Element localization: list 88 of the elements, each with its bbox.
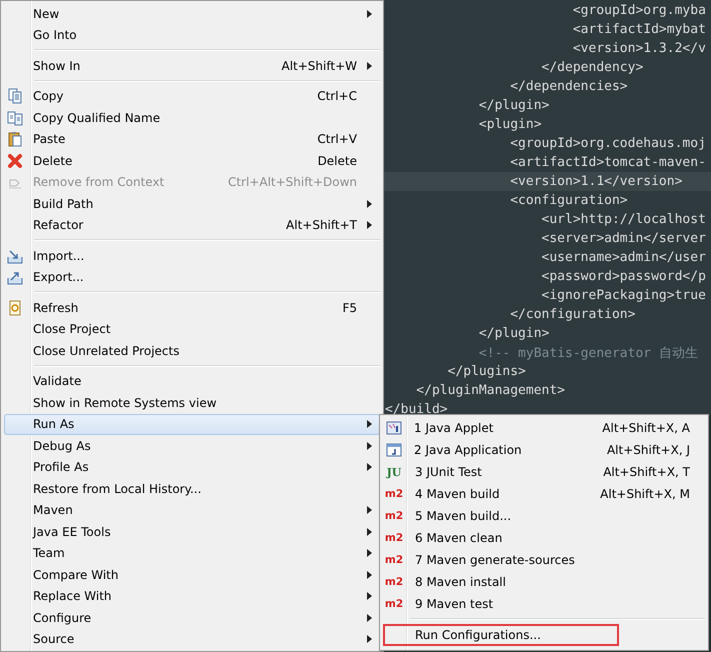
submenu-arrow-icon [367, 62, 372, 70]
code-line: </dependencies> [509, 79, 628, 94]
submenu-arrow-icon [367, 592, 372, 600]
menu-item[interactable]: Run As [4, 414, 380, 435]
submenu-arrow-icon [367, 506, 372, 514]
code-line: <artifactId>tomcat-maven- [509, 155, 706, 170]
code-line: <groupId>org.myba [572, 3, 706, 18]
submenu-arrow-icon [367, 442, 372, 450]
submenu-arrow-icon [367, 420, 372, 428]
code-line: <groupId>org.codehaus.moj [509, 136, 706, 151]
submenu-arrow-icon [367, 614, 372, 622]
menu-item[interactable]: 2 Java Application Alt+Shift+X, J [383, 439, 705, 461]
submenu-arrow-icon [367, 528, 372, 536]
menu-item[interactable]: Compare With [4, 564, 380, 586]
menu-item[interactable]: Configure [4, 607, 380, 628]
code-line: <plugin> [478, 117, 542, 132]
menu-item[interactable]: Refactor Alt+Shift+T [4, 214, 380, 236]
junit-icon: JU [385, 464, 403, 480]
menu-item[interactable]: Maven [4, 500, 380, 521]
submenu-arrow-icon [367, 635, 372, 644]
menu-item[interactable]: Close Unrelated Projects [4, 340, 380, 362]
menu-item[interactable]: Import... [4, 245, 380, 266]
menu-item[interactable]: m2 6 Maven clean [383, 527, 705, 549]
maven-icon: m2 [385, 508, 403, 524]
code-comment: <!-- myBatis-generator 自动生 [478, 344, 698, 362]
menu-item[interactable]: Show in Remote Systems view [4, 392, 380, 414]
menu-item[interactable]: m2 5 Maven build... [383, 505, 705, 527]
maven-icon: m2 [385, 486, 403, 502]
menu-item[interactable]: Show In Alt+Shift+W [4, 55, 380, 76]
code-line: </configuration> [509, 307, 636, 322]
menu-item[interactable]: m2 8 Maven install [383, 571, 705, 593]
code-line: </pluginManagement> [415, 383, 566, 398]
submenu-arrow-icon [367, 463, 372, 472]
copy-icon [7, 88, 23, 104]
menu-item[interactable]: New [4, 3, 380, 24]
menu-item[interactable]: Copy Ctrl+C [4, 86, 380, 107]
code-line: </build> [384, 402, 448, 417]
submenu-arrow-icon [367, 200, 372, 208]
menu-item[interactable]: 1 Java Applet Alt+Shift+X, A [383, 417, 705, 439]
code-line: <artifactId>mybat [572, 22, 706, 37]
menu-item[interactable]: Export... [4, 266, 380, 288]
code-line: <username>admin</user [540, 250, 706, 265]
menu-item[interactable]: Profile As [4, 456, 380, 478]
menu-item[interactable]: Debug As [4, 435, 380, 456]
menu-item[interactable]: Go Into [4, 24, 380, 46]
maven-icon: m2 [385, 552, 403, 568]
code-line: <configuration> [509, 193, 628, 208]
code-line: <password>password</p [540, 269, 706, 284]
menu-item[interactable]: Build Path [4, 193, 380, 214]
clipboard-icon [7, 131, 23, 148]
code-line: </plugin> [478, 98, 550, 113]
menu-item[interactable]: Delete Delete [4, 150, 380, 172]
menu-item[interactable]: Restore from Local History... [4, 478, 380, 500]
menu-item[interactable]: Validate [4, 370, 380, 392]
code-line: <ignorePackaging>true [540, 288, 706, 303]
applet-icon [386, 420, 402, 436]
code-line: </plugins> [446, 364, 526, 379]
code-line: <version>1.3.2</v [572, 41, 706, 56]
code-line: <version>1.1</version> [509, 174, 682, 189]
menu-item[interactable]: Team [4, 542, 380, 564]
refresh-icon [7, 300, 23, 316]
menu-item[interactable]: JU 3 JUnit Test Alt+Shift+X, T [383, 461, 705, 483]
menu-item[interactable]: Close Project [4, 318, 380, 340]
menu-item[interactable]: m2 4 Maven build Alt+Shift+X, M [383, 483, 705, 505]
copy-icon [7, 110, 23, 126]
menu-item[interactable]: Paste Ctrl+V [4, 128, 380, 150]
menu-item[interactable]: Java EE Tools [4, 521, 380, 542]
code-line: </plugin> [478, 326, 550, 341]
menu-item[interactable]: m2 9 Maven test [383, 593, 705, 615]
menu-item[interactable]: Source [4, 628, 380, 650]
maven-icon: m2 [385, 574, 403, 590]
code-line: <url>http://localhost [540, 212, 706, 227]
menu-item[interactable]: Run Configurations... [383, 624, 619, 646]
code-line: <server>admin</server [540, 231, 706, 246]
menu-item[interactable]: Refresh F5 [4, 297, 380, 318]
menu-item[interactable]: Replace With [4, 586, 380, 607]
code-line: </dependency> [540, 60, 644, 75]
submenu-arrow-icon [367, 10, 372, 18]
application-icon [386, 442, 402, 458]
menu-item[interactable]: m2 7 Maven generate-sources [383, 549, 705, 571]
submenu-arrow-icon [367, 221, 372, 230]
submenu-arrow-icon [367, 549, 372, 558]
delete-icon [7, 152, 23, 169]
menu-item[interactable]: Copy Qualified Name [4, 107, 380, 128]
maven-icon: m2 [385, 530, 403, 546]
maven-icon: m2 [385, 596, 403, 612]
submenu-arrow-icon [367, 570, 372, 579]
import-icon [7, 248, 23, 264]
